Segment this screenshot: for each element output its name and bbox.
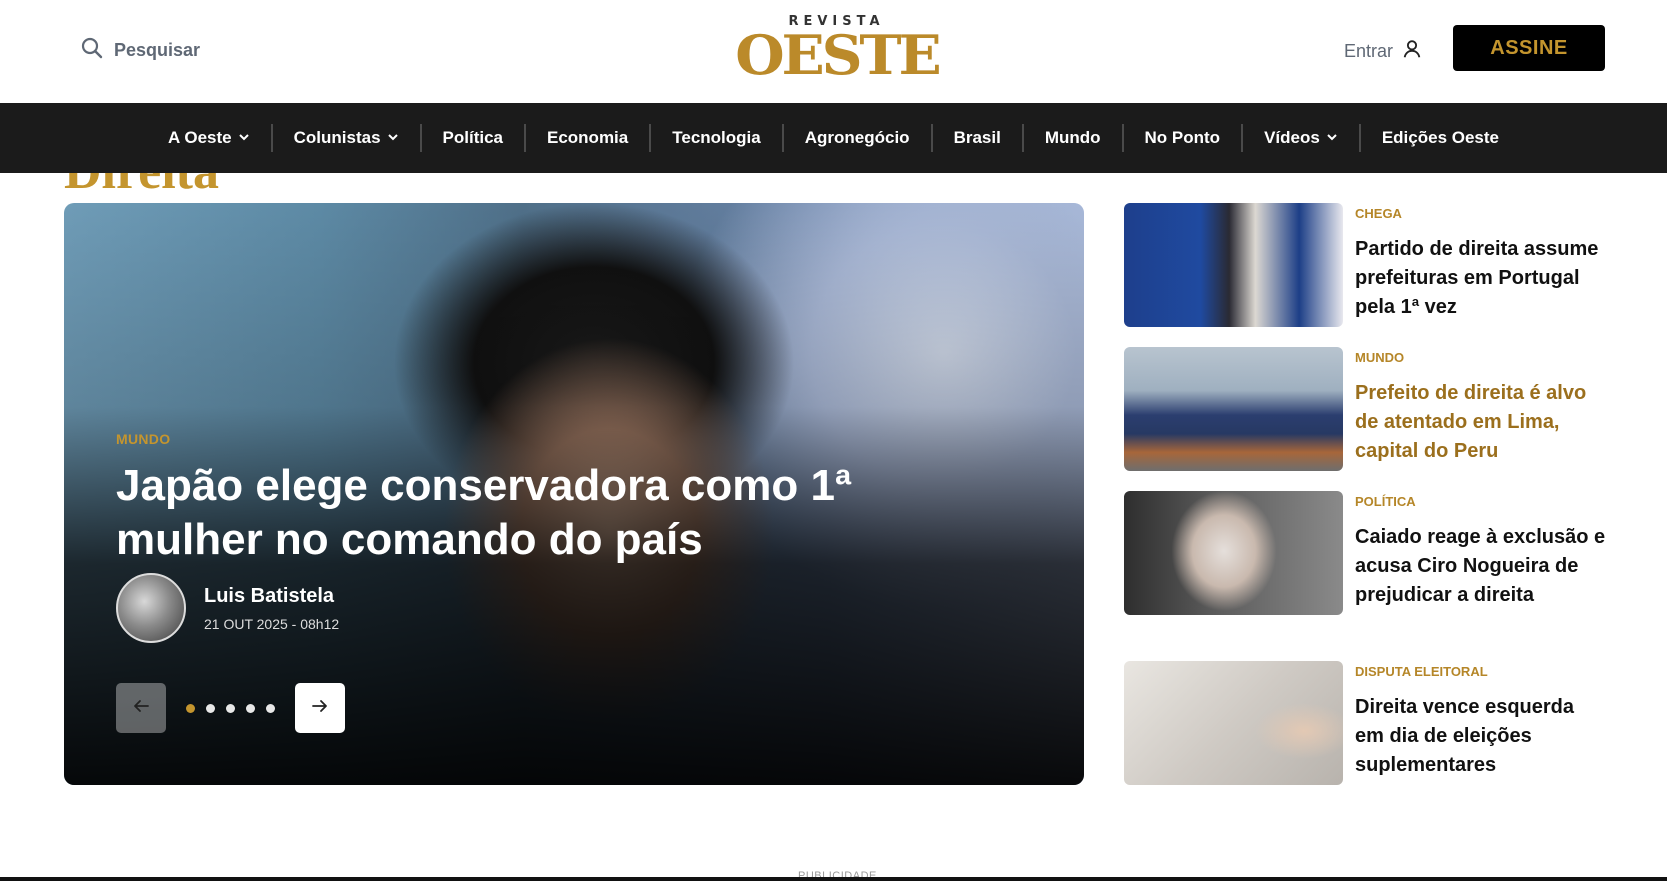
publish-date: 21 OUT 2025 - 08h12 bbox=[204, 615, 340, 632]
article-thumbnail[interactable] bbox=[1124, 491, 1343, 615]
nav-item-edicoes-oeste[interactable]: Edições Oeste bbox=[1358, 124, 1520, 152]
nav-item-label: Mundo bbox=[1044, 128, 1101, 147]
nav-item-label: Agronegócio bbox=[804, 128, 910, 147]
hero-category[interactable]: MUNDO bbox=[116, 431, 976, 447]
nav-item-label: Economia bbox=[547, 128, 629, 147]
hero-content: MUNDO Japão elege conservadora como 1ª m… bbox=[116, 431, 976, 643]
article-category[interactable]: MUNDO bbox=[1355, 350, 1607, 365]
article-card[interactable]: POLÍTICA Caiado reage à exclusão e acusa… bbox=[1124, 491, 1624, 615]
arrow-right-icon bbox=[311, 697, 329, 720]
nav-item-videos[interactable]: Vídeos bbox=[1241, 124, 1359, 152]
ad-banner-edge bbox=[0, 877, 1667, 881]
search-button[interactable]: Pesquisar bbox=[80, 36, 200, 65]
carousel-dot[interactable] bbox=[206, 703, 215, 713]
nav-item-label: Edições Oeste bbox=[1381, 128, 1499, 147]
article-card[interactable]: MUNDO Prefeito de direita é alvo de aten… bbox=[1124, 347, 1624, 471]
author-name[interactable]: Luis Batistela bbox=[204, 585, 339, 608]
nav-item-colunistas[interactable]: Colunistas bbox=[270, 124, 420, 152]
article-category[interactable]: CHEGA bbox=[1355, 206, 1607, 221]
carousel-dots bbox=[186, 703, 275, 713]
carousel-prev-button[interactable] bbox=[116, 683, 166, 733]
nav-item-label: Colunistas bbox=[293, 128, 381, 147]
article-card[interactable]: DISPUTA ELEITORAL Direita vence esquerda… bbox=[1124, 661, 1624, 785]
nav-item-a-oeste[interactable]: A Oeste bbox=[147, 124, 271, 152]
article-card[interactable]: CHEGA Partido de direita assume prefeitu… bbox=[1124, 203, 1624, 327]
article-category[interactable]: DISPUTA ELEITORAL bbox=[1355, 664, 1607, 679]
user-icon bbox=[1401, 38, 1423, 65]
login-button[interactable]: Entrar bbox=[1344, 38, 1423, 65]
chevron-down-icon bbox=[387, 128, 399, 148]
article-title[interactable]: Caiado reage à exclusão e acusa Ciro Nog… bbox=[1355, 523, 1607, 610]
article-thumbnail[interactable] bbox=[1124, 347, 1343, 471]
hero-headline[interactable]: Japão elege conservadora como 1ª mulher … bbox=[116, 459, 976, 567]
carousel-controls bbox=[116, 683, 345, 733]
arrow-left-icon bbox=[132, 697, 150, 720]
article-thumbnail[interactable] bbox=[1124, 661, 1343, 785]
article-title[interactable]: Prefeito de direita é alvo de atentado e… bbox=[1355, 379, 1607, 466]
logo-main-text: OESTE bbox=[735, 23, 941, 87]
site-header: Pesquisar REVISTA OESTE Entrar ASSINE bbox=[0, 0, 1667, 103]
nav-item-label: Tecnologia bbox=[672, 128, 761, 147]
nav-item-label: Brasil bbox=[953, 128, 1001, 147]
search-icon bbox=[80, 36, 104, 65]
nav-item-no-ponto[interactable]: No Ponto bbox=[1121, 124, 1242, 152]
nav-item-label: A Oeste bbox=[168, 128, 232, 147]
chevron-down-icon bbox=[1326, 128, 1338, 148]
article-title[interactable]: Partido de direita assume prefeituras em… bbox=[1355, 235, 1607, 322]
carousel-dot[interactable] bbox=[266, 703, 275, 713]
hero-author: Luis Batistela 21 OUT 2025 - 08h12 bbox=[116, 573, 976, 643]
article-category[interactable]: POLÍTICA bbox=[1355, 494, 1607, 509]
carousel-next-button[interactable] bbox=[295, 683, 345, 733]
avatar bbox=[116, 573, 186, 643]
search-label: Pesquisar bbox=[114, 40, 201, 60]
nav-item-politica[interactable]: Política bbox=[419, 124, 524, 152]
article-thumbnail[interactable] bbox=[1124, 203, 1343, 327]
nav-item-brasil[interactable]: Brasil bbox=[930, 124, 1022, 152]
chevron-down-icon bbox=[238, 128, 250, 148]
article-title[interactable]: Direita vence esquerda em dia de eleiçõe… bbox=[1355, 693, 1607, 780]
nav-item-tecnologia[interactable]: Tecnologia bbox=[649, 124, 781, 152]
main-nav: A Oeste Colunistas Política Economia Tec… bbox=[0, 103, 1667, 173]
carousel-dot[interactable] bbox=[186, 703, 195, 713]
nav-item-agronegocio[interactable]: Agronegócio bbox=[781, 124, 931, 152]
nav-item-label: Vídeos bbox=[1264, 128, 1320, 147]
login-label: Entrar bbox=[1344, 41, 1394, 61]
carousel-dot[interactable] bbox=[226, 703, 235, 713]
nav-item-label: Política bbox=[442, 128, 503, 147]
nav-item-mundo[interactable]: Mundo bbox=[1021, 124, 1122, 152]
nav-item-economia[interactable]: Economia bbox=[524, 124, 649, 152]
hero-carousel[interactable]: MUNDO Japão elege conservadora como 1ª m… bbox=[64, 203, 1084, 785]
carousel-dot[interactable] bbox=[246, 703, 255, 713]
site-logo[interactable]: REVISTA OESTE bbox=[735, 14, 941, 86]
nav-item-label: No Ponto bbox=[1144, 128, 1221, 147]
subscribe-button[interactable]: ASSINE bbox=[1453, 25, 1605, 71]
